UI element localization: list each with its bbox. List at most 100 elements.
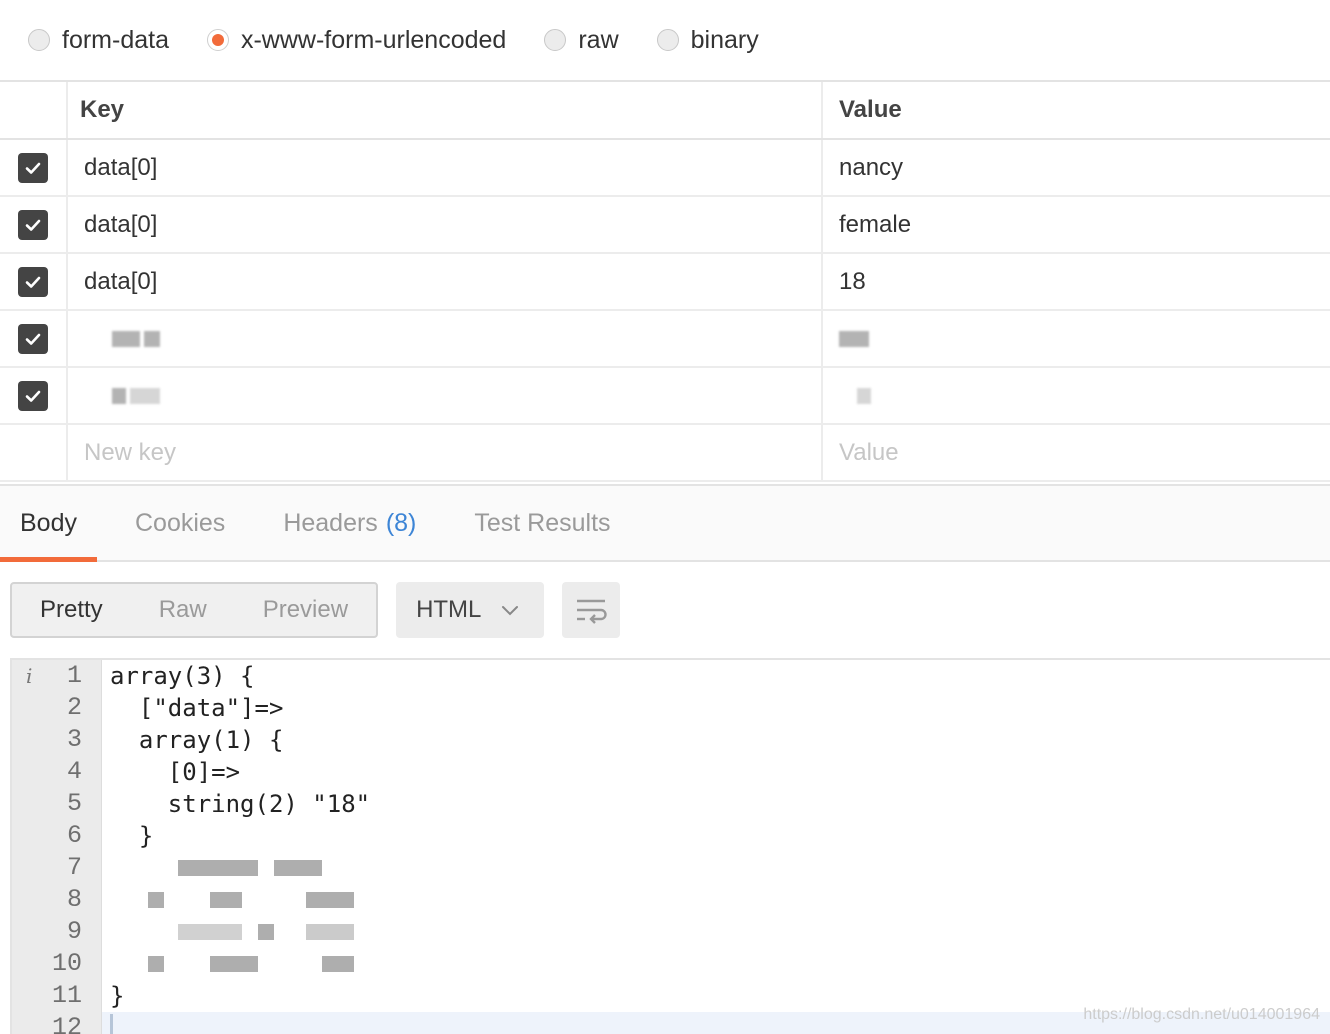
line-number: 1	[66, 661, 82, 690]
pretty-button[interactable]: Pretty	[40, 596, 103, 624]
redacted-block	[112, 330, 140, 347]
response-toolbar: Pretty Raw Preview HTML	[10, 582, 621, 638]
redacted-block	[148, 956, 164, 972]
new-key-input[interactable]: New key	[68, 425, 823, 480]
view-mode-group: Pretty Raw Preview	[10, 582, 379, 638]
redacted-block	[178, 860, 258, 876]
redacted-block	[274, 860, 322, 876]
code-text: }	[110, 822, 154, 850]
radio-circle-icon[interactable]	[544, 29, 567, 51]
redacted-block	[306, 892, 354, 908]
radio-raw[interactable]: raw	[544, 25, 619, 55]
table-row: data[0] female	[0, 197, 1330, 254]
tab-test-results[interactable]: Test Results	[454, 486, 630, 560]
code-line: 2 ["data"]=>	[12, 692, 1330, 724]
code-line-redacted: 9	[12, 916, 1330, 948]
format-value: HTML	[416, 596, 482, 623]
tab-label: Cookies	[134, 508, 226, 537]
code-line: 4 [0]=>	[12, 756, 1330, 788]
redacted-block	[178, 924, 242, 940]
table-row: data[0] 18	[0, 254, 1330, 311]
new-value-input[interactable]: Value	[823, 425, 1330, 480]
code-text: ["data"]=>	[110, 694, 284, 722]
row-checkbox[interactable]	[18, 209, 48, 240]
row-checkbox[interactable]	[18, 323, 48, 354]
radio-label: form-data	[62, 25, 169, 54]
redacted-block	[210, 956, 258, 972]
redacted-block	[112, 387, 126, 404]
code-line-redacted: 10	[12, 948, 1330, 980]
redacted-block	[839, 330, 869, 347]
radio-label: binary	[690, 25, 759, 54]
table-header: Key Value	[0, 82, 1330, 140]
response-tabs: Body Cookies Headers (8) Test Results	[0, 484, 1330, 562]
radio-urlencoded[interactable]: x-www-form-urlencoded	[206, 26, 506, 55]
line-number: 11	[51, 981, 82, 1010]
redacted-block	[322, 956, 354, 972]
redacted-block	[130, 387, 160, 404]
radio-checked-icon[interactable]	[206, 29, 229, 51]
value-cell[interactable]: nancy	[823, 140, 1330, 195]
tab-label: Headers	[283, 508, 378, 537]
code-text: array(1) {	[110, 726, 284, 754]
code-text: }	[110, 982, 125, 1010]
key-column-header: Key	[68, 82, 823, 138]
radio-circle-icon[interactable]	[656, 29, 679, 51]
code-text: string(2) "18"	[110, 790, 371, 818]
line-number: 12	[51, 1013, 82, 1034]
line-number: 7	[66, 853, 82, 882]
response-code-viewer[interactable]: i 1 array(3) { 2 ["data"]=> 3 array(1) { …	[10, 658, 1330, 1034]
value-cell-redacted[interactable]	[823, 311, 1330, 366]
key-cell[interactable]: data[0]	[68, 197, 823, 252]
line-number: 10	[51, 949, 82, 978]
table-row-redacted	[0, 311, 1330, 368]
line-number: 3	[66, 725, 82, 754]
redacted-block	[857, 387, 871, 404]
code-line: 5 string(2) "18"	[12, 788, 1330, 820]
raw-button[interactable]: Raw	[159, 596, 207, 624]
checkmark-icon	[25, 162, 41, 174]
value-cell[interactable]: 18	[823, 254, 1330, 309]
tab-label: Test Results	[474, 508, 611, 537]
watermark: https://blog.csdn.net/u014001964	[1083, 1006, 1320, 1023]
redacted-block	[144, 330, 160, 347]
tab-cookies[interactable]: Cookies	[115, 486, 245, 560]
key-cell-redacted[interactable]	[68, 311, 823, 366]
row-checkbox[interactable]	[18, 266, 48, 297]
key-cell-redacted[interactable]	[68, 368, 823, 423]
row-checkbox[interactable]	[18, 380, 48, 411]
key-cell[interactable]: data[0]	[68, 254, 823, 309]
row-checkbox[interactable]	[18, 152, 48, 183]
line-number: 9	[66, 917, 82, 946]
code-text: [0]=>	[110, 758, 241, 786]
tab-label: Body	[20, 508, 77, 537]
value-cell-redacted[interactable]	[823, 368, 1330, 423]
radio-binary[interactable]: binary	[656, 25, 759, 55]
chevron-down-icon	[502, 606, 519, 616]
tab-headers[interactable]: Headers (8)	[263, 486, 436, 560]
body-type-selector: form-data x-www-form-urlencoded raw bina…	[0, 0, 1330, 80]
checkmark-icon	[25, 390, 41, 402]
radio-label: raw	[578, 25, 619, 54]
value-cell[interactable]: female	[823, 197, 1330, 252]
code-line: 3 array(1) {	[12, 724, 1330, 756]
key-cell[interactable]: data[0]	[68, 140, 823, 195]
line-number: 5	[66, 789, 82, 818]
line-number: 4	[66, 757, 82, 786]
radio-form-data[interactable]: form-data	[28, 26, 169, 55]
tab-body[interactable]: Body	[0, 486, 97, 562]
checkmark-icon	[25, 333, 41, 345]
line-number: 6	[66, 821, 82, 850]
line-number: 2	[66, 693, 82, 722]
code-text: array(3) {	[110, 662, 255, 690]
radio-circle-icon[interactable]	[28, 29, 50, 51]
redacted-block	[148, 892, 164, 908]
redacted-block	[306, 924, 354, 940]
wrap-lines-button[interactable]	[562, 582, 621, 638]
preview-button[interactable]: Preview	[263, 596, 348, 624]
headers-count-badge: (8)	[385, 508, 417, 537]
format-dropdown[interactable]: HTML	[396, 582, 545, 638]
table-row: data[0] nancy	[0, 140, 1330, 197]
line-number: 8	[66, 885, 82, 914]
code-line: 1 array(3) {	[12, 660, 1330, 692]
